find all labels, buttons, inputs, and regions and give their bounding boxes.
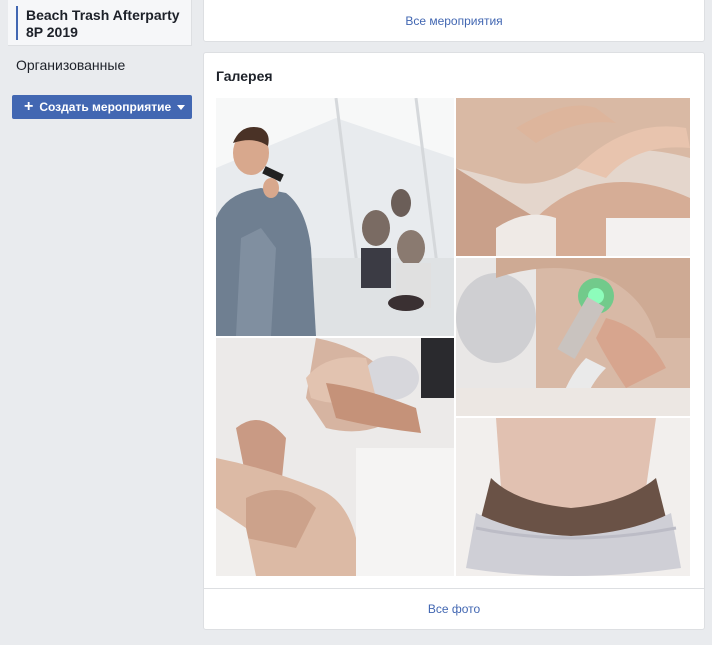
selection-indicator xyxy=(16,6,18,40)
all-events-link[interactable]: Все мероприятия xyxy=(204,14,704,28)
photo-neck-treatment[interactable] xyxy=(456,98,690,256)
plus-icon: + xyxy=(24,98,34,115)
create-event-label: Создать мероприятие xyxy=(39,100,172,114)
all-events-card: Все мероприятия xyxy=(203,0,705,42)
gallery-card: Галерея Все фото xyxy=(203,52,705,630)
photo-forehead-with-cap[interactable] xyxy=(456,418,690,576)
gallery-title: Галерея xyxy=(216,68,273,84)
sidebar-item-organized[interactable]: Организованные xyxy=(16,57,125,73)
gallery-divider xyxy=(204,588,704,589)
photo-face-massage[interactable] xyxy=(216,338,454,576)
event-title: Beach Trash Afterparty 8P 2019 xyxy=(26,7,180,40)
caret-down-icon xyxy=(177,104,186,110)
photo-green-light-device[interactable] xyxy=(456,258,690,416)
selected-event-item[interactable]: Beach Trash Afterparty 8P 2019 xyxy=(8,0,192,46)
create-event-button[interactable]: + Создать мероприятие xyxy=(12,95,192,119)
photo-speaker-with-microphone[interactable] xyxy=(216,98,454,336)
left-sidebar: Beach Trash Afterparty 8P 2019 Организов… xyxy=(0,0,200,645)
all-photos-link[interactable]: Все фото xyxy=(204,602,704,616)
